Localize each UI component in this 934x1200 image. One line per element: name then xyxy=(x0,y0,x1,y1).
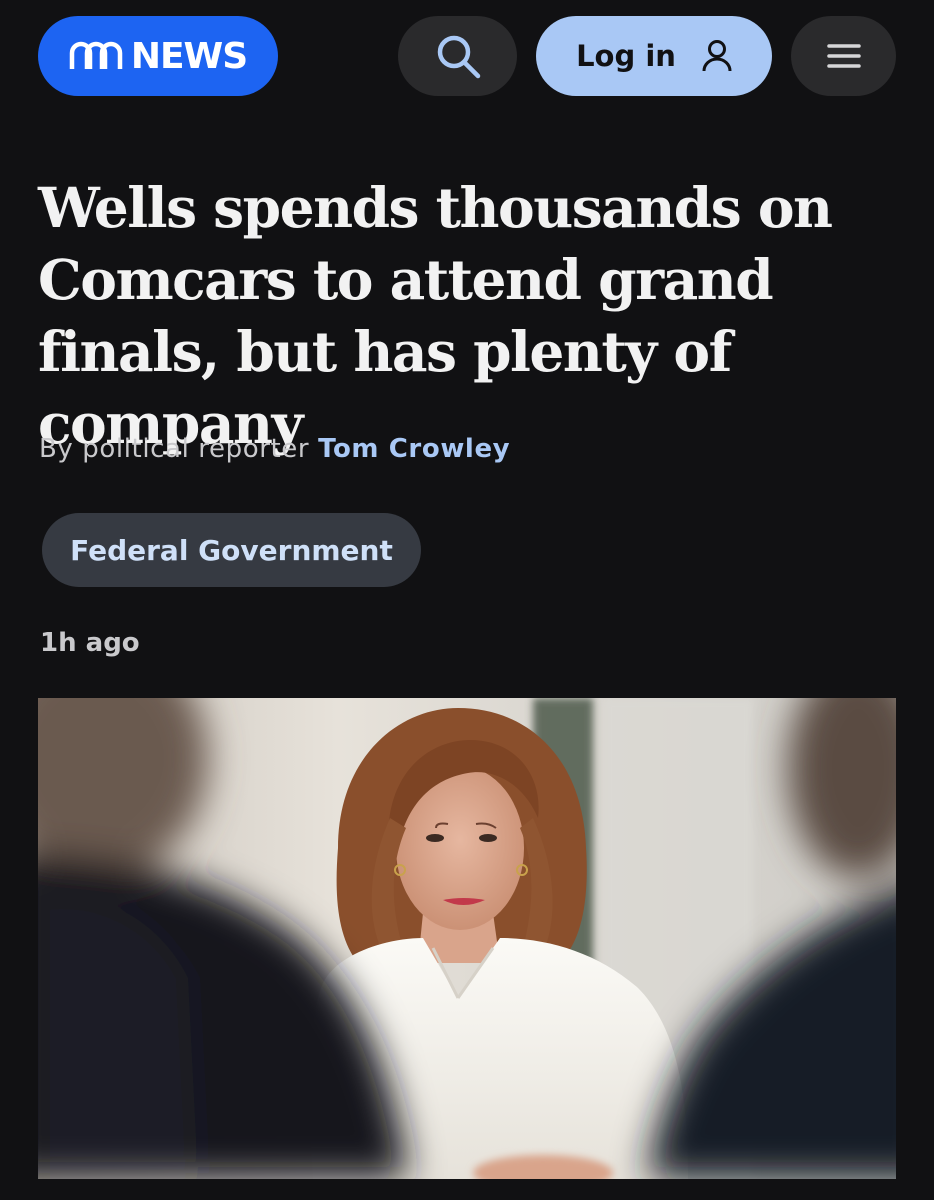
hamburger-menu-icon xyxy=(826,44,861,68)
article-hero-image xyxy=(38,698,896,1179)
byline: By political reporter Tom Crowley xyxy=(39,434,510,464)
search-icon xyxy=(437,35,480,79)
user-icon xyxy=(702,40,732,72)
byline-prefix: By political reporter xyxy=(39,434,310,464)
logo-wordmark: NEWS xyxy=(130,35,248,77)
abc-logo-icon xyxy=(69,41,123,69)
abc-news-logo[interactable]: NEWS xyxy=(38,16,278,96)
topic-tag[interactable]: Federal Government xyxy=(42,513,421,587)
author-link[interactable]: Tom Crowley xyxy=(318,434,510,464)
login-label: Log in xyxy=(576,39,676,73)
article-headline: Wells spends thousands on Comcars to att… xyxy=(38,175,833,456)
timestamp: 1h ago xyxy=(40,628,140,658)
login-button[interactable]: Log in xyxy=(536,16,772,96)
menu-button[interactable] xyxy=(791,16,896,96)
search-button[interactable] xyxy=(398,16,517,96)
